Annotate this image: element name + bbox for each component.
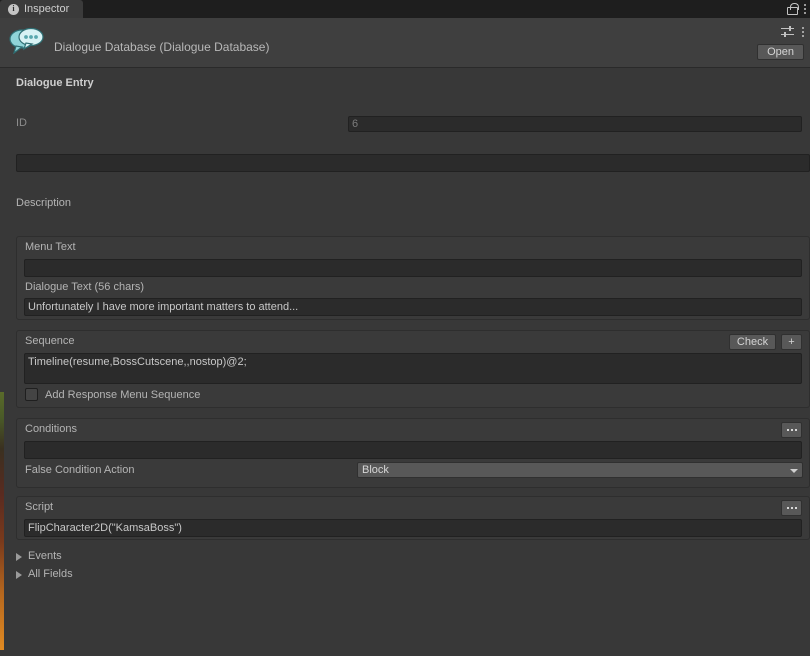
sequence-add-button[interactable]: + [781,334,802,350]
chevron-down-icon [790,469,798,473]
ellipsis-icon [786,507,797,509]
sequence-label: Sequence [25,335,75,347]
description-row: Description [8,194,810,214]
add-response-menu-sequence-checkbox[interactable] [25,388,38,401]
false-condition-action-value: Block [362,464,389,476]
conditions-field[interactable] [24,441,802,459]
inspector-window: i Inspector Dialogue Database (Dialogue … [0,0,810,656]
conditions-box: Conditions False Condition Action Block [16,418,810,488]
page-title: Dialogue Database (Dialogue Database) [54,40,270,54]
id-field: 6 [348,116,802,132]
tab-strip: i Inspector [0,0,810,18]
dialogue-text-field[interactable]: Unfortunately I have more important matt… [24,298,802,316]
sequence-box: Sequence Check + Timeline(resume,BossCut… [16,330,810,408]
description-label: Description [16,197,72,209]
ellipsis-icon [786,429,797,431]
all-fields-label: All Fields [28,568,73,580]
tab-strip-actions [786,0,806,18]
menu-text-label: Menu Text [25,241,76,253]
lock-icon[interactable] [786,3,799,15]
inspector-body: Dialogue Entry ID 6 Title Description Ac… [8,68,810,656]
script-field[interactable]: FlipCharacter2D("KamsaBoss") [24,519,802,537]
chevron-right-icon [16,553,22,561]
false-condition-action-dropdown[interactable]: Block [357,462,803,478]
object-header: Dialogue Database (Dialogue Database) Op… [0,18,810,68]
all-fields-foldout[interactable]: All Fields [16,568,73,580]
false-condition-action-label: False Condition Action [25,464,135,476]
dialogue-entry-header: Dialogue Entry [8,74,810,94]
events-foldout[interactable]: Events [16,550,62,562]
script-label: Script [25,501,54,513]
kebab-menu-icon[interactable] [804,4,806,14]
kebab-menu-icon[interactable] [802,26,804,37]
info-icon: i [8,3,19,15]
tab-inspector[interactable]: i Inspector [0,0,84,18]
script-box: Script FlipCharacter2D("KamsaBoss") [16,496,810,540]
dialogue-entry-title: Dialogue Entry [16,77,94,89]
color-accent-strip [0,392,4,650]
chevron-right-icon [16,571,22,579]
tab-inspector-label: Inspector [24,3,70,15]
dialogue-bubble-icon [9,26,45,55]
id-row: ID 6 [8,114,810,134]
conditions-label: Conditions [25,423,77,435]
menu-text-field[interactable] [24,259,802,277]
sequence-field[interactable]: Timeline(resume,BossCutscene,,nostop)@2; [24,353,802,384]
object-header-actions [781,26,804,37]
id-label: ID [16,117,27,129]
add-response-menu-sequence-label: Add Response Menu Sequence [45,389,201,401]
dialogue-text-label: Dialogue Text (56 chars) [25,281,145,293]
sequence-check-button[interactable]: Check [729,334,776,350]
script-more-button[interactable] [781,500,802,516]
open-button[interactable]: Open [757,44,804,60]
events-label: Events [28,550,62,562]
conditions-more-button[interactable] [781,422,802,438]
description-field[interactable] [16,154,810,172]
preset-settings-icon[interactable] [781,26,794,37]
text-fields-box: Menu Text Dialogue Text (56 chars) Unfor… [16,236,810,320]
